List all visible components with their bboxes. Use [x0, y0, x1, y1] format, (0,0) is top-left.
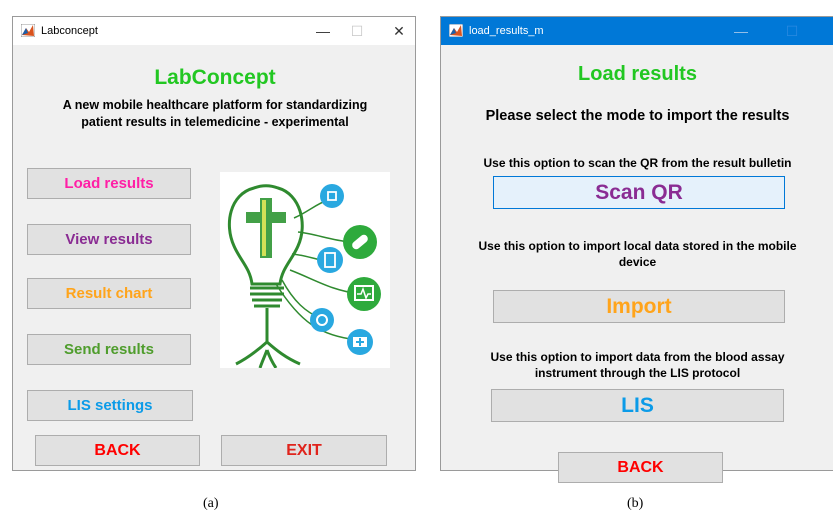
exit-button[interactable]: EXIT [221, 435, 387, 466]
maximize-icon[interactable]: ☐ [778, 21, 806, 41]
labconcept-window: Labconcept — ☐ ✕ LabConcept A new mobile… [12, 16, 416, 471]
caption-b: (b) [627, 496, 644, 511]
close-icon[interactable]: ✕ [385, 21, 413, 41]
scan-qr-hint: Use this option to scan the QR from the … [483, 156, 792, 170]
title-bar[interactable]: Labconcept — ☐ ✕ [13, 17, 415, 45]
window-title: Labconcept [41, 25, 98, 37]
import-hint-line-2: device [618, 255, 657, 269]
load-results-window: load_results_m — ☐ Load results Please s… [440, 16, 833, 483]
subtitle-line-1: A new mobile healthcare platform for sta… [62, 98, 368, 112]
page-title: Load results [578, 63, 697, 85]
minimize-icon[interactable]: — [309, 21, 337, 41]
title-bar[interactable]: load_results_m — ☐ [441, 17, 833, 45]
matlab-logo-icon [449, 24, 463, 37]
load-results-button[interactable]: Load results [27, 168, 191, 199]
app-heading: LabConcept [154, 66, 276, 89]
lis-settings-button[interactable]: LIS settings [27, 390, 193, 421]
send-results-button[interactable]: Send results [27, 334, 191, 365]
view-results-button[interactable]: View results [27, 224, 191, 255]
scan-qr-button[interactable]: Scan QR [493, 176, 785, 209]
import-hint-line-1: Use this option to import local data sto… [478, 239, 797, 253]
minimize-icon[interactable]: — [727, 21, 755, 41]
import-button[interactable]: Import [493, 290, 785, 323]
lis-hint-line-1: Use this option to import data from the … [490, 350, 785, 364]
result-chart-button[interactable]: Result chart [27, 278, 191, 309]
maximize-icon[interactable]: ☐ [343, 21, 371, 41]
back-button[interactable]: BACK [558, 452, 723, 483]
healthcare-lightbulb-illustration [220, 172, 390, 368]
caption-a: (a) [203, 496, 219, 511]
window-title: load_results_m [469, 25, 544, 37]
lis-button[interactable]: LIS [491, 389, 784, 422]
back-button[interactable]: BACK [35, 435, 200, 466]
matlab-logo-icon [21, 24, 35, 37]
lis-hint-line-2: instrument through the LIS protocol [534, 366, 741, 380]
subtitle-line-2: patient results in telemedicine - experi… [81, 115, 349, 129]
window-body: LabConcept A new mobile healthcare platf… [13, 45, 415, 470]
mode-prompt: Please select the mode to import the res… [485, 108, 790, 124]
window-body: Load results Please select the mode to i… [441, 45, 833, 483]
